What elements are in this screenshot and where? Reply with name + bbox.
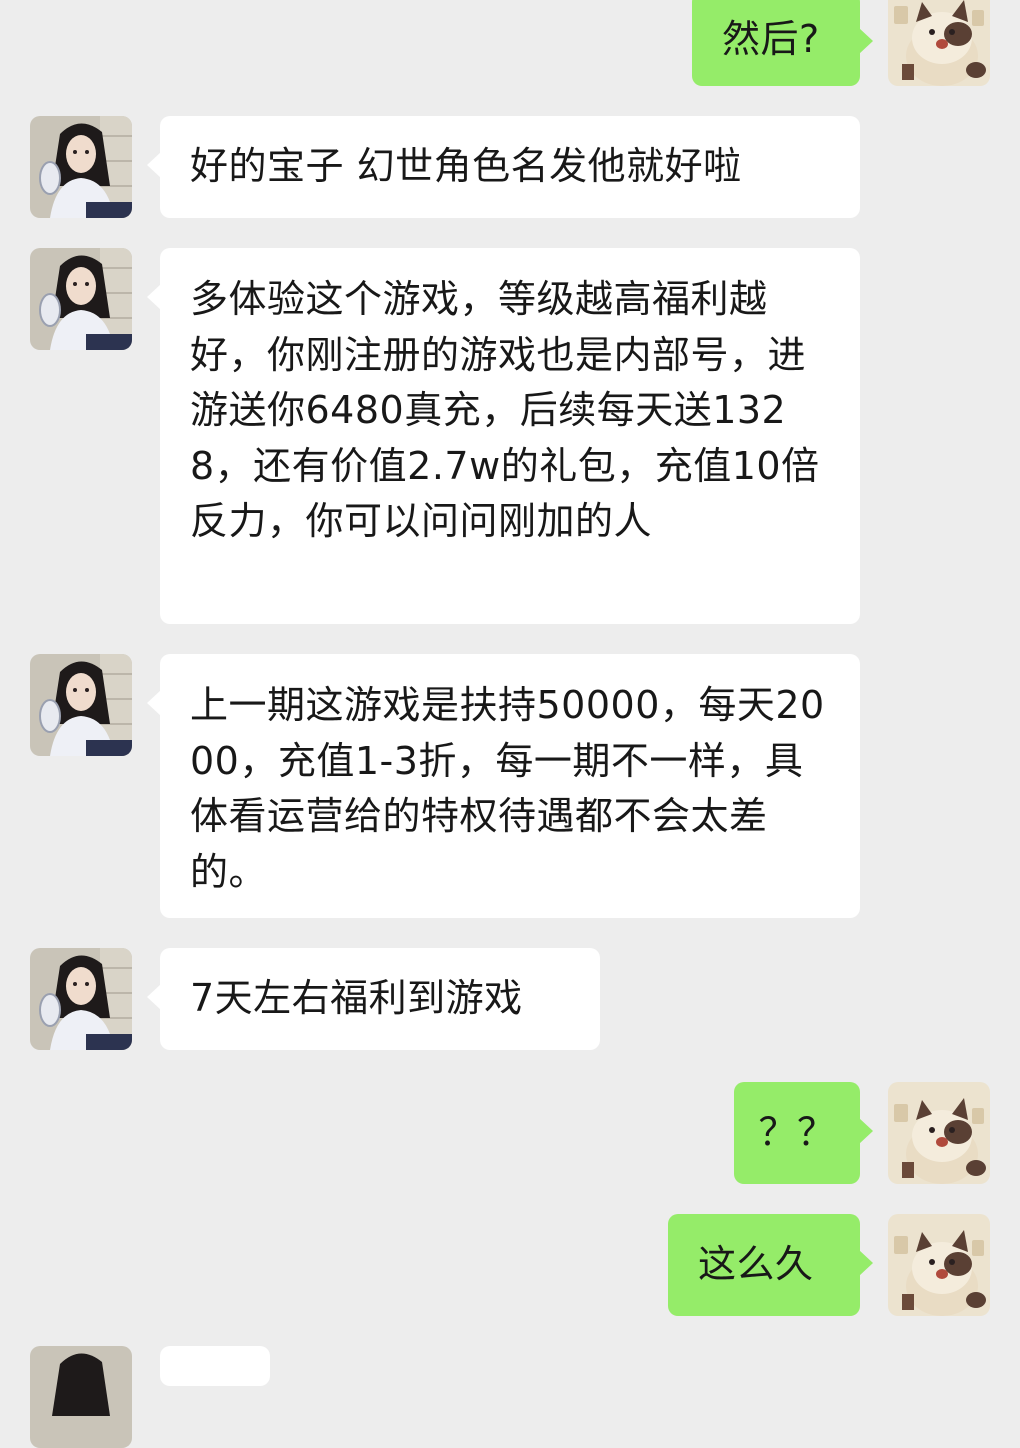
girl-avatar-icon <box>30 948 132 1050</box>
message-bubble-incoming[interactable]: 上一期这游戏是扶持50000，每天2000，充值1-3折，每一期不一样，具体看运… <box>147 654 860 918</box>
girl-avatar-icon <box>30 1346 132 1448</box>
girl-avatar-icon <box>30 116 132 218</box>
contact-avatar[interactable] <box>30 948 132 1050</box>
contact-avatar[interactable] <box>30 248 132 350</box>
message-bubble-incoming[interactable]: 多体验这个游戏，等级越高福利越好，你刚注册的游戏也是内部号，进游送你6480真充… <box>147 248 860 624</box>
contact-avatar[interactable] <box>30 116 132 218</box>
message-bubble-incoming[interactable]: 7天左右福利到游戏 <box>147 948 600 1050</box>
my-avatar[interactable] <box>888 1082 990 1184</box>
message-bubble-outgoing[interactable]: 然后? <box>692 0 873 86</box>
message-bubble-outgoing[interactable]: ？？ <box>734 1082 873 1184</box>
message-bubble-incoming-partial[interactable] <box>160 1346 270 1386</box>
girl-avatar-icon <box>30 654 132 756</box>
message-bubble-outgoing[interactable]: 这么久 <box>668 1214 873 1316</box>
my-avatar[interactable] <box>888 0 990 86</box>
cat-avatar-icon <box>888 0 990 86</box>
girl-avatar-icon <box>30 248 132 350</box>
contact-avatar[interactable] <box>30 654 132 756</box>
my-avatar[interactable] <box>888 1214 990 1316</box>
cat-avatar-icon <box>888 1082 990 1184</box>
chat-message-list[interactable]: 然后? 好的宝子 幻世角色名发他就好啦 多体验这个游戏，等级越高福利越好，你刚注… <box>0 0 1020 1448</box>
contact-avatar[interactable] <box>30 1346 132 1448</box>
message-bubble-incoming[interactable]: 好的宝子 幻世角色名发他就好啦 <box>147 116 860 218</box>
cat-avatar-icon <box>888 1214 990 1316</box>
